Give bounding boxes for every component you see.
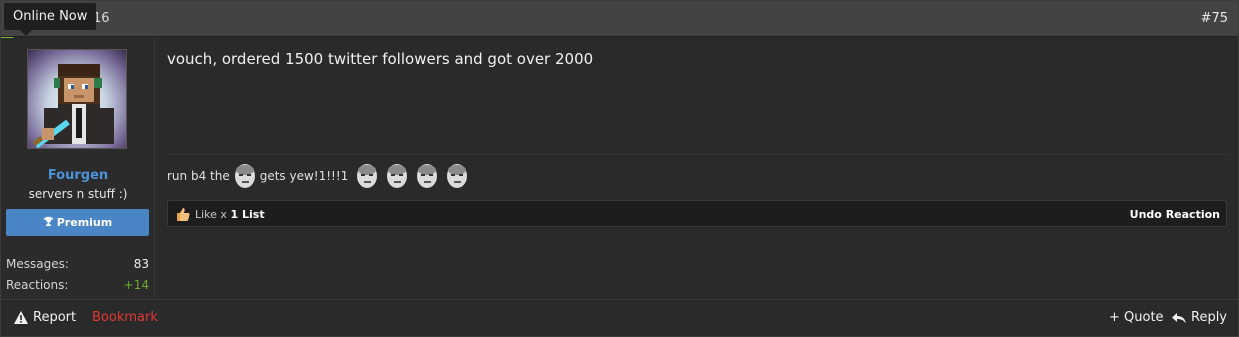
signature: run b4 the gets yew!1!!!1 <box>167 160 472 192</box>
stat-value: 83 <box>133 257 149 271</box>
kappa-face-icon <box>387 164 408 188</box>
kappa-face-icon <box>234 164 255 188</box>
kappa-face-icon <box>417 164 438 188</box>
reply-label: Reply <box>1191 310 1228 325</box>
post-header-bar: Sep 15, 2016 #75 <box>1 1 1238 37</box>
signature-text-part2: gets yew!1!!!1 <box>259 169 349 183</box>
user-title: servers n stuff :) <box>28 187 128 201</box>
thumbs-up-icon <box>177 208 190 221</box>
bookmark-button[interactable]: Bookmark <box>92 310 158 325</box>
undo-reaction-button[interactable]: Undo Reaction <box>1130 208 1220 221</box>
message-post: Sep 15, 2016 #75 Online Now <box>0 0 1239 337</box>
kappa-face-icon <box>357 164 378 188</box>
minecraft-skin-avatar-image <box>32 64 114 148</box>
report-button[interactable]: Report <box>14 310 76 325</box>
stat-label: Messages: <box>6 257 69 271</box>
username-link[interactable]: Fourgen <box>1 168 155 183</box>
reaction-count: 1 <box>230 208 239 221</box>
message-body: vouch, ordered 1500 twitter followers an… <box>167 50 594 68</box>
signature-text-part1: run b4 the <box>167 169 230 183</box>
user-info-panel: Fourgen servers n stuff :) Premium Messa… <box>1 38 155 299</box>
avatar[interactable] <box>27 49 127 149</box>
warning-icon <box>14 311 28 324</box>
stat-label: Reactions: <box>6 278 69 292</box>
reply-button[interactable]: Reply <box>1172 310 1227 325</box>
quote-button[interactable]: + Quote <box>1109 310 1164 325</box>
stat-value: +14 <box>123 278 149 292</box>
premium-banner: Premium <box>6 209 149 236</box>
report-label: Report <box>33 310 77 325</box>
stat-messages: Messages: 83 <box>6 257 149 271</box>
trophy-icon <box>43 216 53 227</box>
post-number-link[interactable]: #75 <box>1201 11 1228 26</box>
online-now-tooltip: Online Now <box>4 3 97 36</box>
post-footer: Report Bookmark + Quote Reply <box>1 299 1238 336</box>
reaction-list-link[interactable]: List <box>242 208 265 221</box>
reactions-bar: Like x 1 List Undo Reaction <box>167 200 1227 227</box>
reaction-summary: Like x 1 <box>195 208 238 221</box>
reaction-summary-label: Like x <box>195 208 227 221</box>
kappa-face-icon <box>447 164 468 188</box>
stat-reactions: Reactions: +14 <box>6 278 149 292</box>
reply-arrow-icon <box>1172 312 1186 323</box>
signature-divider <box>167 154 1230 155</box>
premium-label: Premium <box>56 216 113 229</box>
